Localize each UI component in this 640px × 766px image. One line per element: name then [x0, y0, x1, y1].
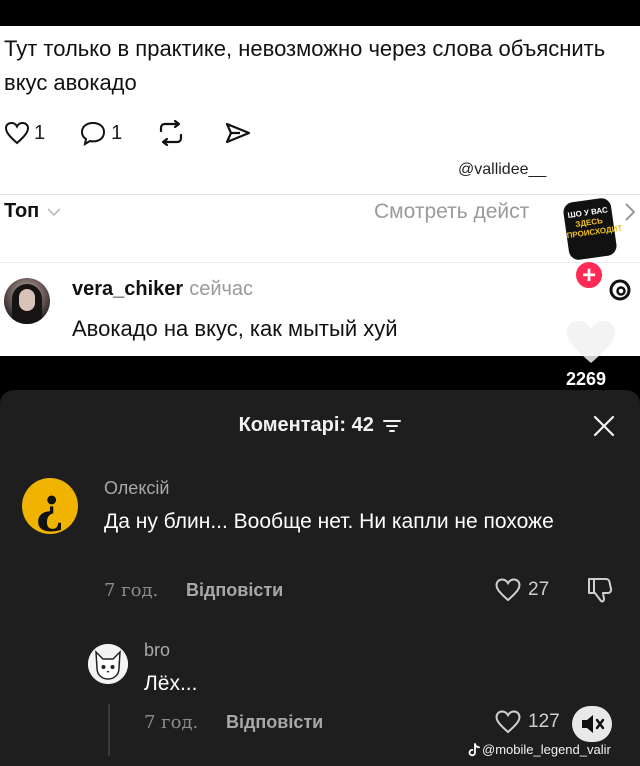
- comment-icon: [81, 121, 106, 146]
- divider: [0, 194, 640, 195]
- post-like-button[interactable]: 1: [4, 121, 45, 145]
- like-heart-icon[interactable]: [564, 318, 618, 366]
- comment-time: 7 год.: [144, 712, 199, 733]
- post-reply-count: 1: [111, 121, 123, 144]
- reply-button[interactable]: Відповісти: [226, 712, 323, 733]
- comment-username[interactable]: vera_chiker сейчас: [72, 278, 253, 301]
- filter-icon[interactable]: [383, 419, 402, 433]
- post-actions: 1 1: [4, 118, 290, 148]
- dislike-icon[interactable]: [586, 575, 614, 605]
- comment-like-button[interactable]: 27: [494, 577, 549, 603]
- avatar[interactable]: [4, 278, 50, 324]
- avatar[interactable]: ¿: [22, 478, 78, 534]
- comment-text: Да ну блин... Вообще нет. Ни капли не по…: [104, 510, 554, 533]
- sort-dropdown[interactable]: Топ: [4, 200, 61, 223]
- divider: [0, 262, 640, 263]
- post-watermark: @vallidee__: [458, 161, 547, 178]
- reply-button[interactable]: Відповісти: [186, 580, 283, 601]
- comment-text: Лёх...: [144, 672, 198, 695]
- heart-icon: [495, 578, 521, 602]
- tiktok-watermark: @mobile_legend_valir: [468, 742, 611, 757]
- comment-like-count: 127: [528, 711, 560, 732]
- comment-time: 7 год.: [104, 580, 159, 601]
- comment-time: сейчас: [189, 278, 254, 300]
- post-text: Тут только в практике, невозможно через …: [4, 36, 606, 95]
- panel-title-text: Коментарі: 42: [238, 414, 374, 437]
- heart-icon: [495, 710, 521, 734]
- comment-like-count: 27: [528, 579, 550, 600]
- comment-text: Авокадо на вкус, как мытый хуй: [72, 316, 398, 341]
- post-reply-button[interactable]: 1: [79, 120, 122, 146]
- threads-post: Тут только в практике, невозможно через …: [0, 26, 640, 356]
- sticker-image: ШО У ВАС ЗДЕСЬ ПРОИСХОДИТ: [562, 196, 623, 262]
- close-icon[interactable]: [592, 414, 616, 438]
- panel-title: Коментарі: 42: [0, 414, 640, 437]
- sort-label: Топ: [4, 200, 40, 222]
- threads-logo-icon: [609, 279, 631, 301]
- comment-like-button[interactable]: 127: [494, 709, 560, 735]
- comment-author[interactable]: bro: [144, 640, 170, 661]
- username-text: vera_chiker: [72, 278, 184, 300]
- post-share-button[interactable]: [224, 121, 256, 145]
- chevron-right-icon: [625, 203, 636, 221]
- top-status-strip: [0, 0, 640, 26]
- follow-plus-button[interactable]: +: [574, 260, 604, 290]
- cat-avatar-icon: [88, 644, 128, 684]
- post-like-count: 1: [34, 121, 46, 144]
- mute-button[interactable]: [572, 706, 612, 742]
- repost-icon: [160, 120, 183, 146]
- reply-thread-line: [108, 704, 110, 756]
- speaker-muted-icon: [582, 715, 605, 733]
- chevron-down-icon: [47, 207, 61, 216]
- send-icon: [226, 122, 251, 144]
- view-activity-link[interactable]: Смотреть дейст: [374, 200, 529, 224]
- heart-icon: [4, 121, 30, 145]
- comment-author[interactable]: Олексій: [104, 478, 169, 499]
- post-repost-button[interactable]: [156, 120, 190, 146]
- tiktok-logo-icon: [468, 742, 480, 756]
- like-count: 2269: [566, 369, 607, 389]
- avatar[interactable]: [88, 644, 128, 684]
- tiktok-watermark-text: @mobile_legend_valir: [482, 742, 611, 757]
